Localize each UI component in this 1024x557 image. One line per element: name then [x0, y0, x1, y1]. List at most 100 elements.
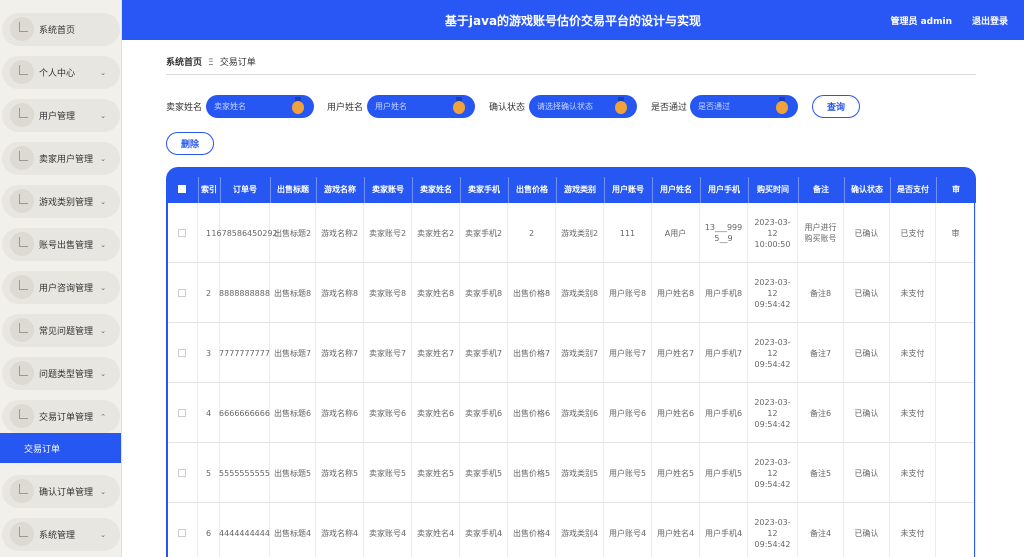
- table-cell: 游戏类别2: [556, 203, 604, 263]
- chevron-icon: ⌄: [100, 369, 106, 378]
- table-cell: 审: [936, 203, 976, 263]
- logout-link[interactable]: 退出登录: [972, 14, 1008, 27]
- row-checkbox[interactable]: [166, 503, 198, 557]
- table-cell: 游戏名称6: [316, 383, 364, 443]
- sidebar-item-4[interactable]: 游戏类别管理 ⌄: [2, 185, 120, 218]
- chevron-icon: ⌄: [100, 111, 106, 120]
- table-cell: 5555555555: [219, 443, 270, 503]
- chevron-icon: ⌄: [100, 68, 106, 77]
- breadcrumb-home[interactable]: 系统首页: [166, 58, 202, 68]
- column-separator: [364, 177, 365, 203]
- checkbox-icon[interactable]: [177, 289, 186, 297]
- breadcrumb: 系统首页 Ξ 交易订单: [166, 55, 256, 68]
- column-separator: [316, 177, 317, 203]
- row-checkbox[interactable]: [166, 323, 198, 383]
- table-cell: 用户姓名5: [652, 443, 700, 503]
- table-cell: 未支付: [890, 383, 936, 443]
- table-cell: 出售标题8: [270, 263, 316, 323]
- table-row[interactable]: 6 4444444444 出售标题4 游戏名称4 卖家账号4 卖家姓名4 卖家手机4 出售价格…: [166, 503, 976, 557]
- column-separator: [844, 177, 845, 203]
- confirm-status-select[interactable]: 请选择确认状态: [529, 95, 637, 118]
- table-cell: 出售标题4: [270, 503, 316, 557]
- table-cell: 1678586450292: [211, 203, 278, 263]
- row-checkbox[interactable]: [166, 443, 198, 503]
- approved-select[interactable]: 是否通过: [690, 95, 798, 118]
- sidebar-item-6[interactable]: 用户咨询管理 ⌄: [2, 271, 120, 304]
- delete-button[interactable]: 删除: [166, 132, 214, 155]
- column-header-8: 出售价格: [516, 184, 548, 194]
- table-row[interactable]: 5 5555555555 出售标题5 游戏名称5 卖家账号5 卖家姓名5 卖家手机5 出售价格…: [166, 443, 976, 503]
- table-cell: 用户姓名4: [652, 503, 700, 557]
- column-header-4: 游戏名称: [324, 184, 356, 194]
- seller-name-placeholder: 卖家姓名: [214, 102, 246, 111]
- column-header-3: 出售标题: [277, 184, 309, 194]
- chevron-icon: ⌄: [100, 487, 106, 496]
- select-all-checkbox[interactable]: [166, 175, 198, 203]
- sidebar-item-3[interactable]: 卖家用户管理 ⌄: [2, 142, 120, 175]
- table-cell: 4444444444: [219, 503, 270, 557]
- sidebar-item-5[interactable]: 账号出售管理 ⌄: [2, 228, 120, 261]
- checkbox-icon[interactable]: [177, 349, 186, 357]
- sidebar-item-8[interactable]: 问题类型管理 ⌄: [2, 357, 120, 390]
- table-cell: 卖家手机2: [460, 203, 508, 263]
- column-header-6: 卖家姓名: [420, 184, 452, 194]
- orders-table: 索引 订单号 出售标题 游戏名称 卖家账号 卖家姓名 卖家手机 出售价格 游戏类别 用户账号 用户姓…: [166, 167, 976, 557]
- table-cell: 已确认: [844, 443, 890, 503]
- sidebar-item-2[interactable]: 用户管理 ⌄: [2, 99, 120, 132]
- checkbox-icon[interactable]: [177, 409, 186, 417]
- table-cell: 已确认: [844, 383, 890, 443]
- table-cell: 卖家账号8: [364, 263, 412, 323]
- row-checkbox[interactable]: [166, 263, 198, 323]
- table-cell: 用户手机4: [700, 503, 748, 557]
- table-cell: 卖家手机4: [460, 503, 508, 557]
- table-cell: 未支付: [890, 443, 936, 503]
- user-name-input[interactable]: 用户姓名: [367, 95, 475, 118]
- table-row[interactable]: 1 1678586450292 出售标题2 游戏名称2 卖家账号2 卖家姓名2 卖家手机2 2…: [166, 203, 976, 263]
- table-cell: 用户进行购买账号: [798, 203, 844, 263]
- sidebar-item-1[interactable]: 个人中心 ⌄: [2, 56, 120, 89]
- column-separator: [198, 177, 199, 203]
- breadcrumb-divider: [166, 74, 976, 75]
- sidebar-item-0[interactable]: 系统首页: [2, 13, 120, 46]
- menu-item-icon: [10, 522, 34, 546]
- search-button[interactable]: 查询: [812, 95, 860, 118]
- table-cell: 3: [198, 323, 220, 383]
- row-checkbox[interactable]: [166, 383, 198, 443]
- column-separator: [460, 177, 461, 203]
- table-cell: 未支付: [890, 323, 936, 383]
- sidebar-item-11[interactable]: 系统管理 ⌄: [2, 518, 120, 551]
- column-separator: [604, 177, 605, 203]
- column-separator: [700, 177, 701, 203]
- table-row[interactable]: 3 7777777777 出售标题7 游戏名称7 卖家账号7 卖家姓名7 卖家手机7 出售价格…: [166, 323, 976, 383]
- menu-item-icon: [10, 318, 34, 342]
- table-cell: 2023-03-12 09:54:42: [748, 263, 798, 323]
- table-row[interactable]: 2 8888888888 出售标题8 游戏名称8 卖家账号8 卖家姓名8 卖家手机8 出售价格…: [166, 263, 976, 323]
- sidebar-item-9[interactable]: 交易订单管理 ⌃: [2, 400, 120, 433]
- checkbox-icon[interactable]: [178, 185, 186, 193]
- checkbox-icon[interactable]: [177, 229, 186, 237]
- table-row[interactable]: 4 6666666666 出售标题6 游戏名称6 卖家账号6 卖家姓名6 卖家手机6 出售价格…: [166, 383, 976, 443]
- checkbox-icon[interactable]: [177, 529, 186, 537]
- table-cell: [936, 263, 976, 323]
- sidebar-item-10[interactable]: 确认订单管理 ⌄: [2, 475, 120, 508]
- top-bar: 基于java的游戏账号估价交易平台的设计与实现 管理员 admin 退出登录: [122, 0, 1024, 40]
- table-cell: 已支付: [890, 203, 936, 263]
- table-cell: [936, 503, 976, 557]
- table-cell: 出售价格4: [508, 503, 556, 557]
- sidebar-subitem-trade-orders[interactable]: 交易订单: [0, 433, 121, 463]
- chevron-icon: ⌄: [100, 197, 106, 206]
- sidebar-item-7[interactable]: 常见问题管理 ⌄: [2, 314, 120, 347]
- chevron-icon: ⌄: [100, 240, 106, 249]
- filter-label-user-name: 用户姓名: [327, 103, 364, 113]
- breadcrumb-current: 交易订单: [219, 58, 256, 68]
- row-checkbox[interactable]: [166, 203, 198, 263]
- table-cell: 卖家账号7: [364, 323, 412, 383]
- table-cell: 卖家姓名6: [412, 383, 460, 443]
- table-cell: 游戏类别6: [556, 383, 604, 443]
- table-cell: 游戏名称4: [316, 503, 364, 557]
- user-name-placeholder: 用户姓名: [375, 102, 407, 111]
- table-cell: 游戏名称5: [316, 443, 364, 503]
- seller-name-input[interactable]: 卖家姓名: [206, 95, 314, 118]
- checkbox-icon[interactable]: [177, 469, 186, 477]
- table-cell: 出售标题5: [270, 443, 316, 503]
